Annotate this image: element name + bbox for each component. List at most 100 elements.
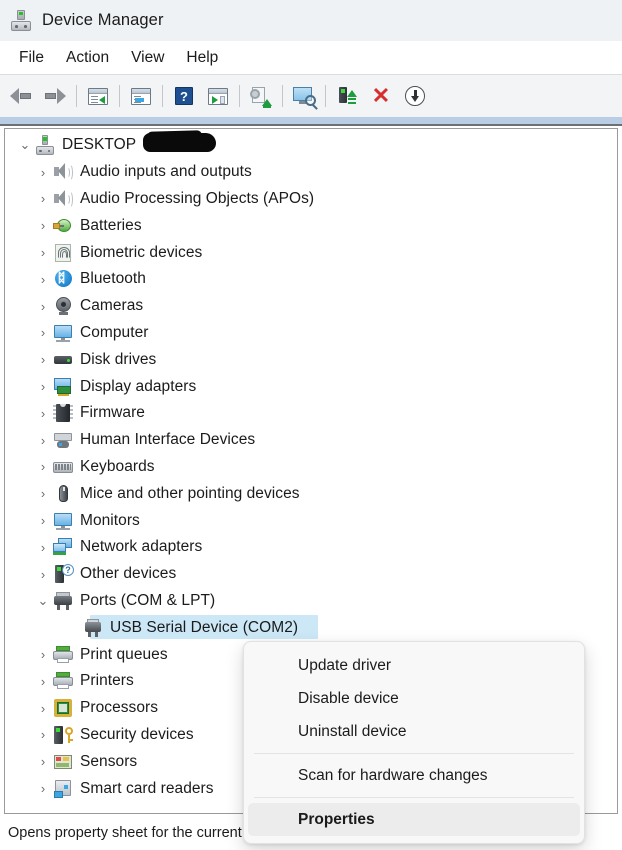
toolbar-separator xyxy=(119,85,120,107)
chevron-right-icon[interactable]: › xyxy=(33,540,53,555)
chevron-right-icon[interactable]: › xyxy=(33,701,53,716)
context-menu-item-update-driver[interactable]: Update driver xyxy=(248,649,580,682)
display-adapter-icon xyxy=(53,377,73,397)
monitor-icon xyxy=(53,323,73,343)
tree-item-bluetooth[interactable]: › ᛥ Bluetooth xyxy=(5,266,617,293)
chevron-right-icon[interactable]: › xyxy=(33,165,53,180)
tree-item-cameras[interactable]: › Cameras xyxy=(5,293,617,320)
chevron-right-icon[interactable]: › xyxy=(33,486,53,501)
computer-icon xyxy=(35,135,55,155)
context-menu-item-uninstall-device[interactable]: Uninstall device xyxy=(248,715,580,748)
firmware-chip-icon xyxy=(53,403,73,423)
menu-item-file[interactable]: File xyxy=(8,46,55,70)
tree-item-disk-drives[interactable]: › Disk drives xyxy=(5,346,617,373)
chevron-right-icon[interactable]: › xyxy=(33,674,53,689)
context-menu-item-disable-device[interactable]: Disable device xyxy=(248,682,580,715)
toolbar: ? ✕ xyxy=(0,75,622,117)
chevron-right-icon[interactable]: › xyxy=(33,245,53,260)
chevron-right-icon[interactable]: › xyxy=(33,218,53,233)
tree-item-network-adapters[interactable]: › Network adapters xyxy=(5,534,617,561)
tree-item-usb-serial-device-com2[interactable]: USB Serial Device (COM2) xyxy=(5,614,617,641)
chevron-right-icon[interactable]: › xyxy=(33,781,53,796)
tree-item-ports-com-and-lpt[interactable]: ⌄ Ports (COM & LPT) xyxy=(5,588,617,615)
action-menu-button[interactable] xyxy=(203,81,233,111)
show-hide-console-tree-icon xyxy=(88,87,108,105)
tree-item-label: Computer xyxy=(80,323,149,341)
tree-item-label: Batteries xyxy=(80,216,142,234)
show-hide-console-tree-button[interactable] xyxy=(83,81,113,111)
toolbar-divider-line xyxy=(0,124,622,126)
chevron-right-icon[interactable]: › xyxy=(33,567,53,582)
chevron-right-icon[interactable]: › xyxy=(33,272,53,287)
tree-item-label: Cameras xyxy=(80,297,144,315)
toolbar-separator xyxy=(325,85,326,107)
help-question-icon: ? xyxy=(175,87,193,105)
printer-icon xyxy=(53,645,73,665)
tree-item-computer-root[interactable]: ⌄ DESKTOP xyxy=(5,132,617,159)
tree-item-firmware[interactable]: › Firmware xyxy=(5,400,617,427)
menu-item-help[interactable]: Help xyxy=(175,46,229,70)
tree-item-label: Printers xyxy=(80,672,134,690)
chevron-right-icon[interactable]: › xyxy=(33,727,53,742)
chevron-right-icon[interactable]: › xyxy=(33,433,53,448)
chevron-right-icon[interactable]: › xyxy=(33,513,53,528)
chevron-right-icon[interactable]: › xyxy=(33,406,53,421)
fingerprint-icon xyxy=(53,243,73,263)
tree-item-label: Display adapters xyxy=(80,377,197,395)
security-device-icon xyxy=(53,725,73,745)
context-menu[interactable]: Update driver Disable device Uninstall d… xyxy=(243,641,585,844)
chevron-right-icon[interactable]: › xyxy=(33,379,53,394)
menu-item-action[interactable]: Action xyxy=(55,46,120,70)
menu-item-view[interactable]: View xyxy=(120,46,175,70)
tree-item-computer[interactable]: › Computer xyxy=(5,320,617,347)
forward-arrow-icon xyxy=(44,88,66,104)
tree-item-label: Smart card readers xyxy=(80,779,214,797)
sensor-icon xyxy=(53,752,73,772)
properties-window-icon xyxy=(131,87,151,105)
tree-item-monitors[interactable]: › Monitors xyxy=(5,507,617,534)
tree-item-keyboards[interactable]: › Keyboards xyxy=(5,454,617,481)
update-driver-button[interactable] xyxy=(246,81,276,111)
tree-item-audio-processing-objects[interactable]: › Audio Processing Objects (APOs) xyxy=(5,186,617,213)
title-bar: Device Manager xyxy=(0,0,622,41)
chevron-right-icon[interactable]: › xyxy=(33,459,53,474)
tree-item-label: Monitors xyxy=(80,511,140,529)
update-driver-icon xyxy=(250,86,272,108)
tree-item-other-devices[interactable]: › ? Other devices xyxy=(5,561,617,588)
tree-item-display-adapters[interactable]: › Display adapters xyxy=(5,373,617,400)
disable-device-button[interactable] xyxy=(400,81,430,111)
chevron-right-icon[interactable]: › xyxy=(33,647,53,662)
tree-item-human-interface-devices[interactable]: › Human Interface Devices xyxy=(5,427,617,454)
properties-button[interactable] xyxy=(126,81,156,111)
scan-for-hardware-changes-button[interactable] xyxy=(289,81,319,111)
tree-item-label: Audio inputs and outputs xyxy=(80,163,252,181)
help-button[interactable]: ? xyxy=(169,81,199,111)
tree-item-label: Processors xyxy=(80,699,159,717)
window-title: Device Manager xyxy=(42,11,164,29)
back-button[interactable] xyxy=(6,81,36,111)
chevron-right-icon[interactable]: › xyxy=(33,352,53,367)
tree-item-label: Human Interface Devices xyxy=(80,431,256,449)
chevron-right-icon[interactable]: › xyxy=(33,754,53,769)
tree-item-mice-and-other-pointing-devices[interactable]: › Mice and other pointing devices xyxy=(5,480,617,507)
speaker-icon xyxy=(53,189,73,209)
tree-item-label: Security devices xyxy=(80,725,194,743)
tree-item-label: DESKTOP xyxy=(62,136,137,154)
toolbar-separator xyxy=(239,85,240,107)
tree-item-audio-inputs-and-outputs[interactable]: › Audio inputs and outputs xyxy=(5,159,617,186)
smart-card-reader-icon xyxy=(53,779,73,799)
context-menu-item-properties[interactable]: Properties xyxy=(248,803,580,836)
enable-device-button[interactable] xyxy=(332,81,362,111)
chevron-right-icon[interactable]: › xyxy=(33,299,53,314)
chevron-down-icon[interactable]: ⌄ xyxy=(33,593,53,609)
tree-item-biometric-devices[interactable]: › Biometric devices xyxy=(5,239,617,266)
tree-item-batteries[interactable]: › Batteries xyxy=(5,212,617,239)
forward-button[interactable] xyxy=(40,81,70,111)
chevron-right-icon[interactable]: › xyxy=(33,191,53,206)
chevron-down-icon[interactable]: ⌄ xyxy=(15,137,35,153)
monitor-icon xyxy=(53,511,73,531)
chevron-right-icon[interactable]: › xyxy=(33,325,53,340)
context-menu-item-scan-for-hardware-changes[interactable]: Scan for hardware changes xyxy=(248,759,580,792)
uninstall-device-icon: ✕ xyxy=(371,83,391,108)
uninstall-device-button[interactable]: ✕ xyxy=(366,81,396,111)
